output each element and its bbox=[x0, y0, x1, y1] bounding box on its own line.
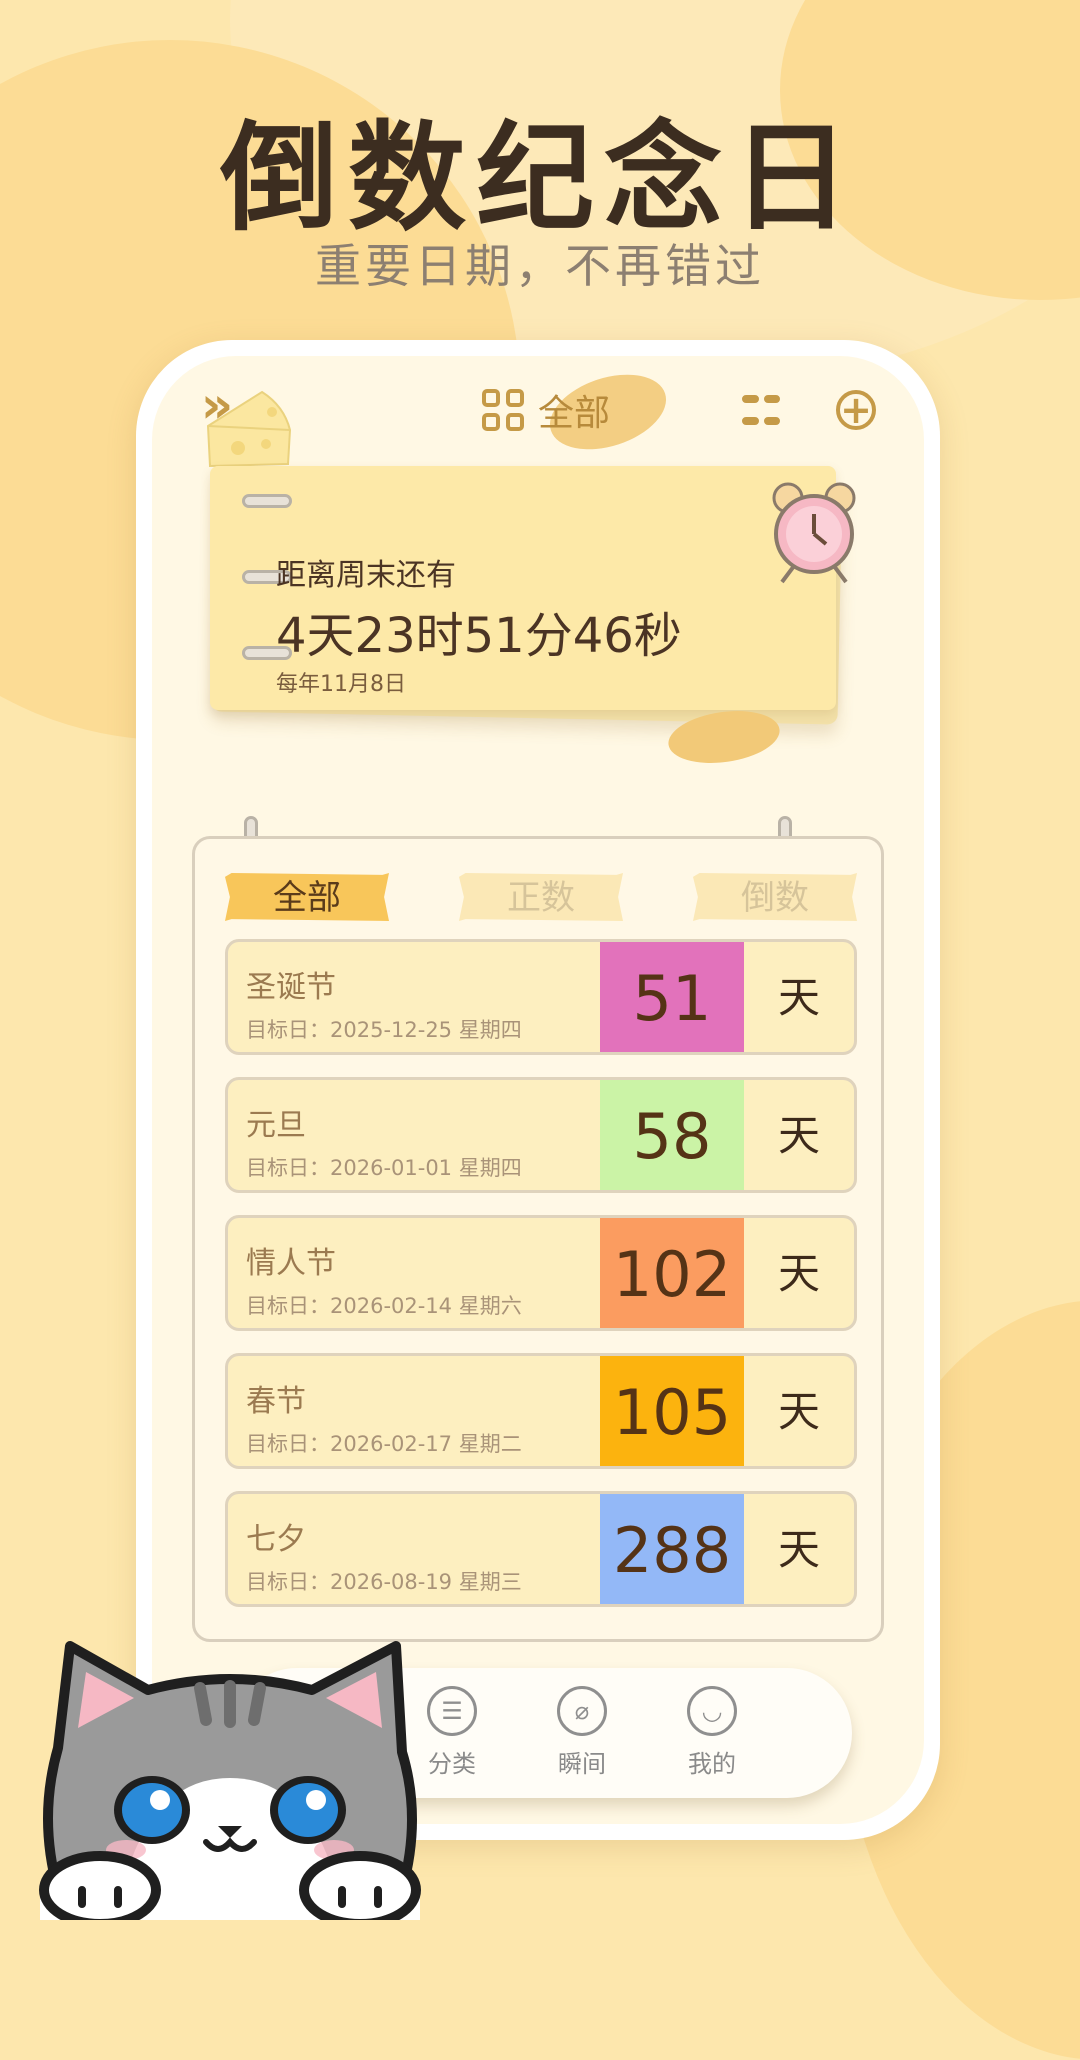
event-unit: 天 bbox=[777, 1387, 820, 1436]
smile-icon: ◡ bbox=[687, 1686, 737, 1736]
event-days: 288 bbox=[600, 1494, 744, 1604]
category-filter-button[interactable]: 全部 bbox=[482, 380, 610, 440]
event-unit: 天 bbox=[777, 1249, 820, 1298]
app-screen: » 全部 + 距离周末还有 4天23时51分46秒 每年11月8日 全部 正数 … bbox=[152, 356, 924, 1824]
event-days: 102 bbox=[600, 1218, 744, 1328]
alarm-clock-icon bbox=[772, 482, 856, 584]
highlight-card[interactable]: 距离周末还有 4天23时51分46秒 每年11月8日 bbox=[210, 466, 836, 710]
event-days: 51 bbox=[600, 942, 744, 1052]
highlight-label: 距离周末还有 bbox=[276, 558, 456, 593]
cat-mascot-illustration bbox=[39, 1641, 421, 1920]
tab-count-down[interactable]: 倒数 bbox=[693, 873, 857, 921]
event-row-new-year[interactable]: 元旦 目标日：2026-01-01 星期四 58 天 bbox=[225, 1077, 857, 1193]
nav-item-profile[interactable]: ◡ 我的 bbox=[652, 1686, 772, 1779]
promo-title: 倒数纪念日 bbox=[219, 109, 860, 247]
nav-label: 我的 bbox=[688, 1750, 736, 1778]
list-icon: ☰ bbox=[427, 1686, 477, 1736]
event-list-panel: 全部 正数 倒数 圣诞节 目标日：2025-12-25 星期四 51 天 元旦 … bbox=[192, 836, 884, 1642]
event-date: 目标日：2026-01-01 星期四 bbox=[246, 1156, 522, 1180]
event-unit: 天 bbox=[777, 1111, 820, 1160]
layout-toggle-icon[interactable] bbox=[742, 390, 780, 430]
event-name: 七夕 bbox=[246, 1522, 306, 1557]
highlight-countdown: 4天23时51分46秒 bbox=[276, 608, 682, 664]
add-event-icon[interactable]: + bbox=[836, 390, 876, 430]
event-name: 元旦 bbox=[246, 1108, 306, 1143]
event-name: 圣诞节 bbox=[246, 970, 336, 1005]
event-row-qixi[interactable]: 七夕 目标日：2026-08-19 星期三 288 天 bbox=[225, 1491, 857, 1607]
event-unit: 天 bbox=[777, 973, 820, 1022]
event-row-christmas[interactable]: 圣诞节 目标日：2025-12-25 星期四 51 天 bbox=[225, 939, 857, 1055]
tab-count-up[interactable]: 正数 bbox=[459, 873, 623, 921]
event-name: 情人节 bbox=[246, 1246, 336, 1281]
event-date: 目标日：2026-02-14 星期六 bbox=[246, 1294, 522, 1318]
nav-label: 瞬间 bbox=[558, 1750, 606, 1778]
tab-all[interactable]: 全部 bbox=[225, 873, 389, 921]
nav-item-moments[interactable]: ⌀ 瞬间 bbox=[522, 1686, 642, 1779]
event-unit: 天 bbox=[777, 1525, 820, 1574]
expand-icon[interactable]: » bbox=[190, 376, 244, 434]
event-date: 目标日：2026-02-17 星期二 bbox=[246, 1432, 522, 1456]
highlight-repeat: 每年11月8日 bbox=[276, 672, 406, 697]
binder-ring bbox=[242, 494, 292, 508]
phone-frame: » 全部 + 距离周末还有 4天23时51分46秒 每年11月8日 全部 正数 … bbox=[136, 340, 940, 1840]
compass-icon: ⌀ bbox=[557, 1686, 607, 1736]
grid-icon bbox=[482, 389, 524, 431]
event-row-valentines[interactable]: 情人节 目标日：2026-02-14 星期六 102 天 bbox=[225, 1215, 857, 1331]
event-date: 目标日：2025-12-25 星期四 bbox=[246, 1018, 522, 1042]
event-date: 目标日：2026-08-19 星期三 bbox=[246, 1570, 522, 1594]
event-name: 春节 bbox=[246, 1384, 306, 1419]
filter-tabs: 全部 正数 倒数 bbox=[225, 873, 857, 923]
promo-subtitle: 重要日期，不再错过 bbox=[315, 239, 765, 293]
event-days: 58 bbox=[600, 1080, 744, 1190]
top-bar: » 全部 + bbox=[152, 356, 924, 468]
event-row-spring-festival[interactable]: 春节 目标日：2026-02-17 星期二 105 天 bbox=[225, 1353, 857, 1469]
category-filter-label: 全部 bbox=[538, 393, 611, 434]
event-days: 105 bbox=[600, 1356, 744, 1466]
